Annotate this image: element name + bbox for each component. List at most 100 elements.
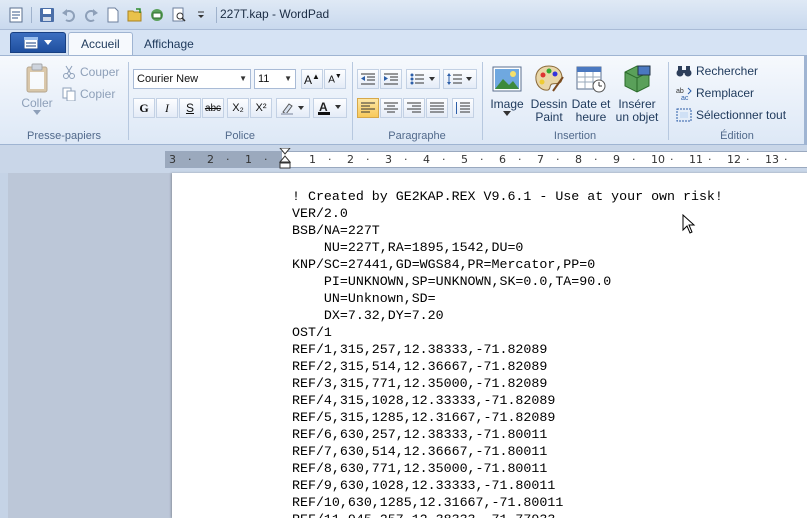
ruler-tick-dot: ·: [670, 153, 674, 166]
indent-marker-icon[interactable]: [279, 148, 291, 170]
document-line: UN=Unknown,SD=: [292, 291, 436, 306]
bold-button[interactable]: G: [133, 98, 155, 118]
justify-button[interactable]: [426, 98, 448, 118]
shrink-font-icon: A▼: [328, 72, 342, 86]
document-line: REF/7,630,514,12.36667,-71.80011: [292, 444, 548, 459]
group-font: Courier New ▼ 11 ▼ A▲ A▼ G I S abc X₂ X² A…: [130, 58, 350, 144]
document-line: NU=227T,RA=1895,1542,DU=0: [292, 240, 524, 255]
ruler-tick-dot: ·: [328, 153, 332, 166]
ruler-tick-label: 9: [613, 153, 620, 166]
wordpad-app-icon[interactable]: [6, 5, 26, 25]
replace-button[interactable]: ab ac Remplacer: [676, 86, 754, 100]
cut-button[interactable]: Couper: [62, 65, 119, 79]
chevron-down-icon: [44, 39, 52, 45]
line-spacing-button[interactable]: [443, 69, 477, 89]
ruler-tick-label: 5: [461, 153, 468, 166]
find-button[interactable]: Rechercher: [676, 64, 758, 78]
horizontal-ruler[interactable]: 3 · 2 · 1 · 1 · 2 · 3 · 4 · 5 · 6 · 7 · 8 · 9 · 10 · 11 · 12 · 13 ·: [165, 148, 807, 170]
chevron-down-icon: [503, 111, 511, 116]
bullet-list-button[interactable]: [406, 69, 440, 89]
ruler-tick-dot: ·: [264, 153, 268, 166]
ruler-tick-label: 1: [245, 153, 252, 166]
document-line: OST/1: [292, 325, 332, 340]
ruler-tick-dot: ·: [594, 153, 598, 166]
align-right-button[interactable]: [403, 98, 425, 118]
justify-icon: [430, 102, 444, 113]
strikethrough-button[interactable]: abc: [202, 98, 224, 118]
insert-image-button[interactable]: Image: [488, 63, 526, 117]
document-line: KNP/SC=27441,GD=WGS84,PR=Mercator,PP=0: [292, 257, 596, 272]
undo-icon[interactable]: [59, 5, 79, 25]
image-icon: [492, 66, 522, 92]
paragraph-icon: [456, 102, 470, 114]
ribbon: Coller Couper Copier Presse-papiers Cour…: [0, 55, 807, 145]
group-insert: Image Dessin Paint Date et heure Insérer…: [484, 58, 666, 144]
document-line: REF/8,630,771,12.35000,-71.80011: [292, 461, 548, 476]
document-line: REF/9,630,1028,12.33333,-71.80011: [292, 478, 556, 493]
highlight-color-button[interactable]: [276, 98, 310, 118]
grow-font-button[interactable]: A▲: [301, 69, 323, 89]
paste-button[interactable]: Coller: [18, 62, 56, 116]
redo-icon[interactable]: [81, 5, 101, 25]
ruler-tick-dot: ·: [188, 153, 192, 166]
replace-icon: abac: [676, 87, 692, 100]
increase-indent-button[interactable]: [380, 69, 402, 89]
copy-icon: [62, 87, 76, 101]
italic-button[interactable]: I: [156, 98, 178, 118]
select-all-button[interactable]: Sélectionner tout: [676, 108, 786, 122]
group-label-paragraph: Paragraphe: [388, 130, 446, 142]
select-all-icon: [676, 108, 692, 122]
decrease-indent-button[interactable]: [357, 69, 379, 89]
subscript-button[interactable]: X₂: [227, 98, 249, 118]
svg-text:ac: ac: [681, 95, 689, 100]
customize-toolbar-chevron-icon[interactable]: [191, 5, 211, 25]
svg-text:A: A: [319, 100, 328, 114]
ruler-tick-label: 8: [575, 153, 582, 166]
text-color-button[interactable]: A: [313, 98, 347, 118]
paragraph-settings-button[interactable]: [452, 98, 474, 118]
font-size-select[interactable]: 11 ▼: [254, 69, 296, 89]
copy-button[interactable]: Copier: [62, 87, 115, 101]
ruler-tick-label: 4: [423, 153, 430, 166]
document-line: DX=7.32,DY=7.20: [292, 308, 444, 323]
app-menu-icon: [24, 36, 38, 49]
mouse-cursor-icon: [682, 214, 696, 234]
superscript-button[interactable]: X²: [250, 98, 272, 118]
ruler-tick-label: 1: [309, 153, 316, 166]
tab-accueil[interactable]: Accueil: [68, 32, 133, 55]
underline-button[interactable]: S: [179, 98, 201, 118]
document-line: REF/5,315,1285,12.31667,-71.82089: [292, 410, 556, 425]
document-line: ! Created by GE2KAP.REX V9.6.1 - Use at …: [292, 189, 723, 204]
save-icon[interactable]: [37, 5, 57, 25]
tab-affichage[interactable]: Affichage: [132, 32, 206, 55]
align-center-button[interactable]: [380, 98, 402, 118]
palette-icon: [535, 65, 564, 92]
document-text[interactable]: ! Created by GE2KAP.REX V9.6.1 - Use at …: [292, 188, 723, 518]
paint-drawing-button[interactable]: Dessin Paint: [530, 63, 568, 124]
font-color-icon: A: [318, 100, 341, 115]
chevron-down-icon: [33, 110, 41, 115]
clipboard-icon: [26, 63, 48, 93]
document-page[interactable]: ! Created by GE2KAP.REX V9.6.1 - Use at …: [172, 173, 807, 518]
binoculars-icon: [676, 66, 692, 77]
window-title: 227T.kap - WordPad: [220, 7, 330, 21]
insert-date-time-button[interactable]: Date et heure: [570, 63, 612, 124]
open-folder-icon[interactable]: [125, 5, 145, 25]
application-menu-button[interactable]: [10, 32, 66, 53]
line-spacing-icon: [447, 73, 472, 85]
shrink-font-button[interactable]: A▼: [324, 69, 346, 89]
ruler-tick-label: 10: [651, 153, 665, 166]
group-label-insert: Insertion: [553, 130, 597, 142]
document-line: REF/6,630,257,12.38333,-71.80011: [292, 427, 548, 442]
new-document-icon[interactable]: [103, 5, 123, 25]
ruler-tick-label: 3: [385, 153, 392, 166]
ruler-tick-dot: ·: [556, 153, 560, 166]
ruler-tick-dot: ·: [404, 153, 408, 166]
align-left-button[interactable]: [357, 98, 379, 118]
email-send-icon[interactable]: [147, 5, 167, 25]
insert-object-button[interactable]: Insérer un objet: [612, 63, 662, 124]
print-preview-icon[interactable]: [169, 5, 189, 25]
grow-font-icon: A▲: [304, 71, 320, 87]
font-family-select[interactable]: Courier New ▼: [133, 69, 251, 89]
calendar-clock-icon: [576, 66, 606, 93]
